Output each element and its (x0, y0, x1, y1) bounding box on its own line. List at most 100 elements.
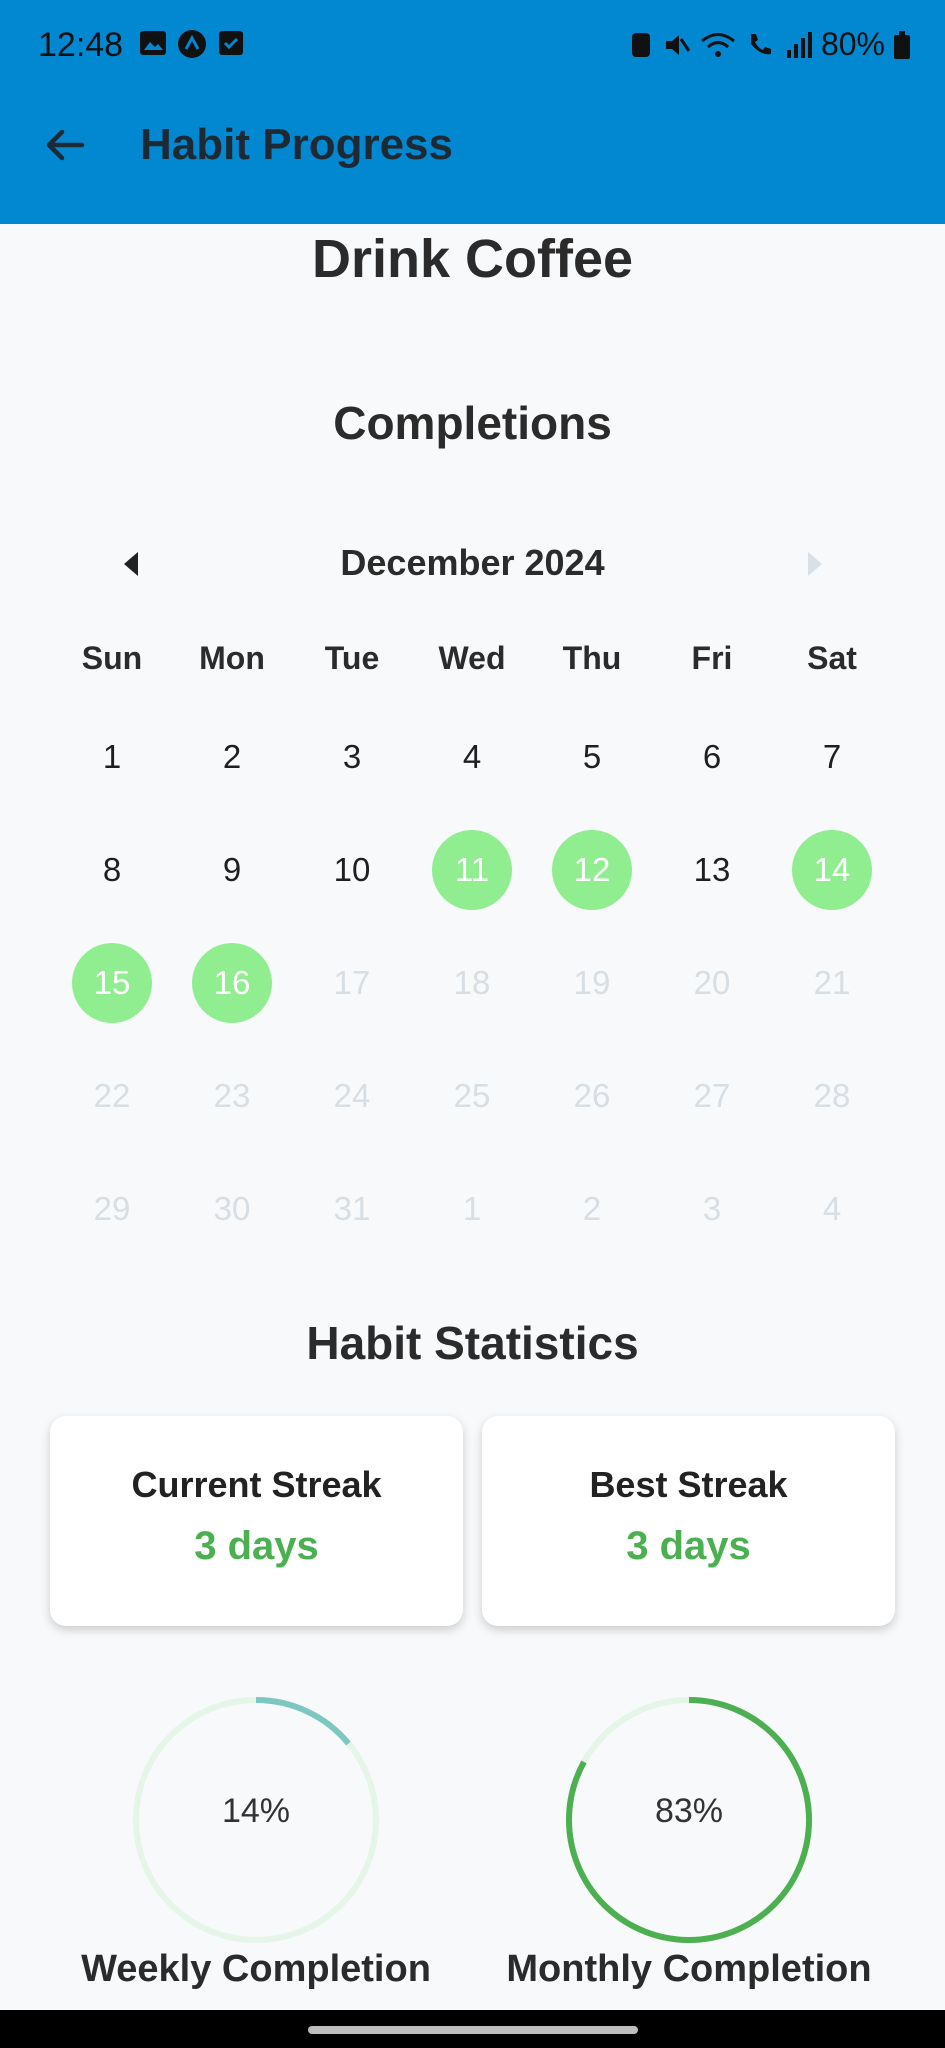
calendar-day-number: 19 (573, 963, 611, 1001)
calendar-day[interactable]: 8 (52, 813, 172, 926)
weekday-label: Sun (81, 640, 143, 676)
current-streak-value: 3 days (194, 1524, 319, 1568)
calendar-day-number: 21 (813, 963, 851, 1001)
best-streak-card: Best Streak 3 days (482, 1416, 895, 1626)
calendar-day-completed[interactable]: 12 (532, 813, 652, 926)
calendar-day[interactable]: 30 (172, 1152, 292, 1265)
calendar-day-completed[interactable]: 16 (172, 926, 292, 1039)
calendar-day[interactable]: 4 (772, 1152, 892, 1265)
calendar-day[interactable]: 29 (52, 1152, 172, 1265)
back-arrow-icon[interactable] (38, 118, 92, 172)
calendar-day-number: 11 (432, 829, 512, 910)
check-notification-icon (219, 31, 243, 55)
calendar-day-number: 5 (582, 737, 602, 775)
calendar-day[interactable]: 4 (412, 700, 532, 813)
weekday-label: Mon (199, 640, 265, 676)
calendar-day[interactable]: 19 (532, 926, 652, 1039)
calendar-day-number: 18 (453, 963, 491, 1001)
calendar-day[interactable]: 17 (292, 926, 412, 1039)
calendar-day-number: 31 (333, 1189, 371, 1227)
calendar-day[interactable]: 13 (652, 813, 772, 926)
gallery-icon (140, 31, 166, 55)
app-notification-icon (178, 30, 206, 58)
calendar-day-number: 3 (702, 1189, 722, 1227)
weekday-label: Sat (807, 640, 857, 676)
best-streak-value: 3 days (626, 1524, 751, 1568)
calendar-day[interactable]: 22 (52, 1039, 172, 1152)
calendar-day-number: 2 (222, 737, 242, 775)
calendar-day-number: 13 (693, 850, 731, 888)
calendar-day-number: 22 (93, 1076, 131, 1114)
calendar-day[interactable]: 28 (772, 1039, 892, 1152)
calendar-day-completed[interactable]: 14 (772, 813, 892, 926)
current-streak-label: Current Streak (131, 1464, 382, 1505)
calendar-day[interactable]: 25 (412, 1039, 532, 1152)
calendar-day[interactable]: 5 (532, 700, 652, 813)
calendar-day-number: 23 (213, 1076, 251, 1114)
calendar-day[interactable]: 2 (172, 700, 292, 813)
calendar-day[interactable]: 24 (292, 1039, 412, 1152)
current-streak-card: Current Streak 3 days (50, 1416, 463, 1626)
completions-title: Completions (333, 397, 612, 449)
calendar-day[interactable]: 3 (292, 700, 412, 813)
calendar-day[interactable]: 1 (52, 700, 172, 813)
signal-icon (786, 31, 812, 58)
calendar-day-number: 9 (222, 850, 242, 888)
habit-name: Drink Coffee (311, 229, 634, 289)
page-title: Habit Progress (140, 120, 453, 169)
system-navigation-bar (0, 2010, 945, 2048)
weekday-label: Wed (438, 640, 506, 676)
calendar-day-number: 12 (552, 829, 632, 910)
calendar-day[interactable]: 6 (652, 700, 772, 813)
calendar-day[interactable]: 9 (172, 813, 292, 926)
weekly-completion-percent: 14% (221, 1792, 291, 1830)
battery-icon (894, 30, 910, 59)
calendar-day[interactable]: 2 (532, 1152, 652, 1265)
calendar-header: December 2024 (0, 536, 945, 592)
calendar-day-number: 8 (102, 850, 122, 888)
calendar-day[interactable]: 7 (772, 700, 892, 813)
calendar-day-completed[interactable]: 15 (52, 926, 172, 1039)
calendar-day-completed[interactable]: 11 (412, 813, 532, 926)
calendar-day-number: 24 (333, 1076, 371, 1114)
wifi-calling-icon (750, 33, 771, 54)
next-month-arrow-icon[interactable] (794, 544, 834, 584)
calendar-day-number: 10 (333, 850, 371, 888)
monthly-completion-label: Monthly Completion (506, 1948, 872, 1990)
calendar-day-number: 15 (72, 942, 152, 1023)
weekday-label: Tue (324, 640, 380, 676)
calendar-day[interactable]: 26 (532, 1039, 652, 1152)
calendar-day[interactable]: 20 (652, 926, 772, 1039)
calendar-day[interactable]: 1 (412, 1152, 532, 1265)
weekly-completion-label: Weekly Completion (81, 1948, 431, 1990)
calendar-day[interactable]: 18 (412, 926, 532, 1039)
calendar-day-number: 28 (813, 1076, 851, 1114)
calendar-day-number: 6 (702, 737, 722, 775)
calendar-day-number: 1 (102, 737, 122, 775)
mute-icon (665, 34, 691, 55)
calendar-day[interactable]: 21 (772, 926, 892, 1039)
system-icons: 80% (629, 26, 911, 63)
status-bar: 12:48 80% (0, 0, 945, 90)
calendar-day-number: 20 (693, 963, 731, 1001)
calendar-day-number: 25 (453, 1076, 491, 1114)
calendar-day[interactable]: 3 (652, 1152, 772, 1265)
best-streak-label: Best Streak (589, 1464, 788, 1505)
notification-icons (138, 28, 246, 60)
calendar-day-number: 29 (93, 1189, 131, 1227)
calendar-day-number: 27 (693, 1076, 731, 1114)
calendar-day[interactable]: 23 (172, 1039, 292, 1152)
calendar-day[interactable]: 10 (292, 813, 412, 926)
calendar-day-number: 14 (792, 829, 872, 910)
statistics-title: Habit Statistics (306, 1317, 639, 1369)
weekday-header: Sun Mon Tue Wed Thu Fri Sat (52, 640, 892, 677)
calendar-day-number: 3 (342, 737, 362, 775)
weekday-label: Thu (562, 640, 622, 676)
calendar-grid: 1 2 3 4 5 6 7 8 9 10 11 12 13 14 15 16 17 18 19 20 21 22 23 24 2… (52, 700, 892, 1265)
home-gesture-pill[interactable] (308, 2026, 638, 2034)
calendar-day-number: 30 (213, 1189, 251, 1227)
weekday-label: Fri (691, 640, 733, 676)
calendar-day-number: 26 (573, 1076, 611, 1114)
calendar-day[interactable]: 27 (652, 1039, 772, 1152)
calendar-day[interactable]: 31 (292, 1152, 412, 1265)
